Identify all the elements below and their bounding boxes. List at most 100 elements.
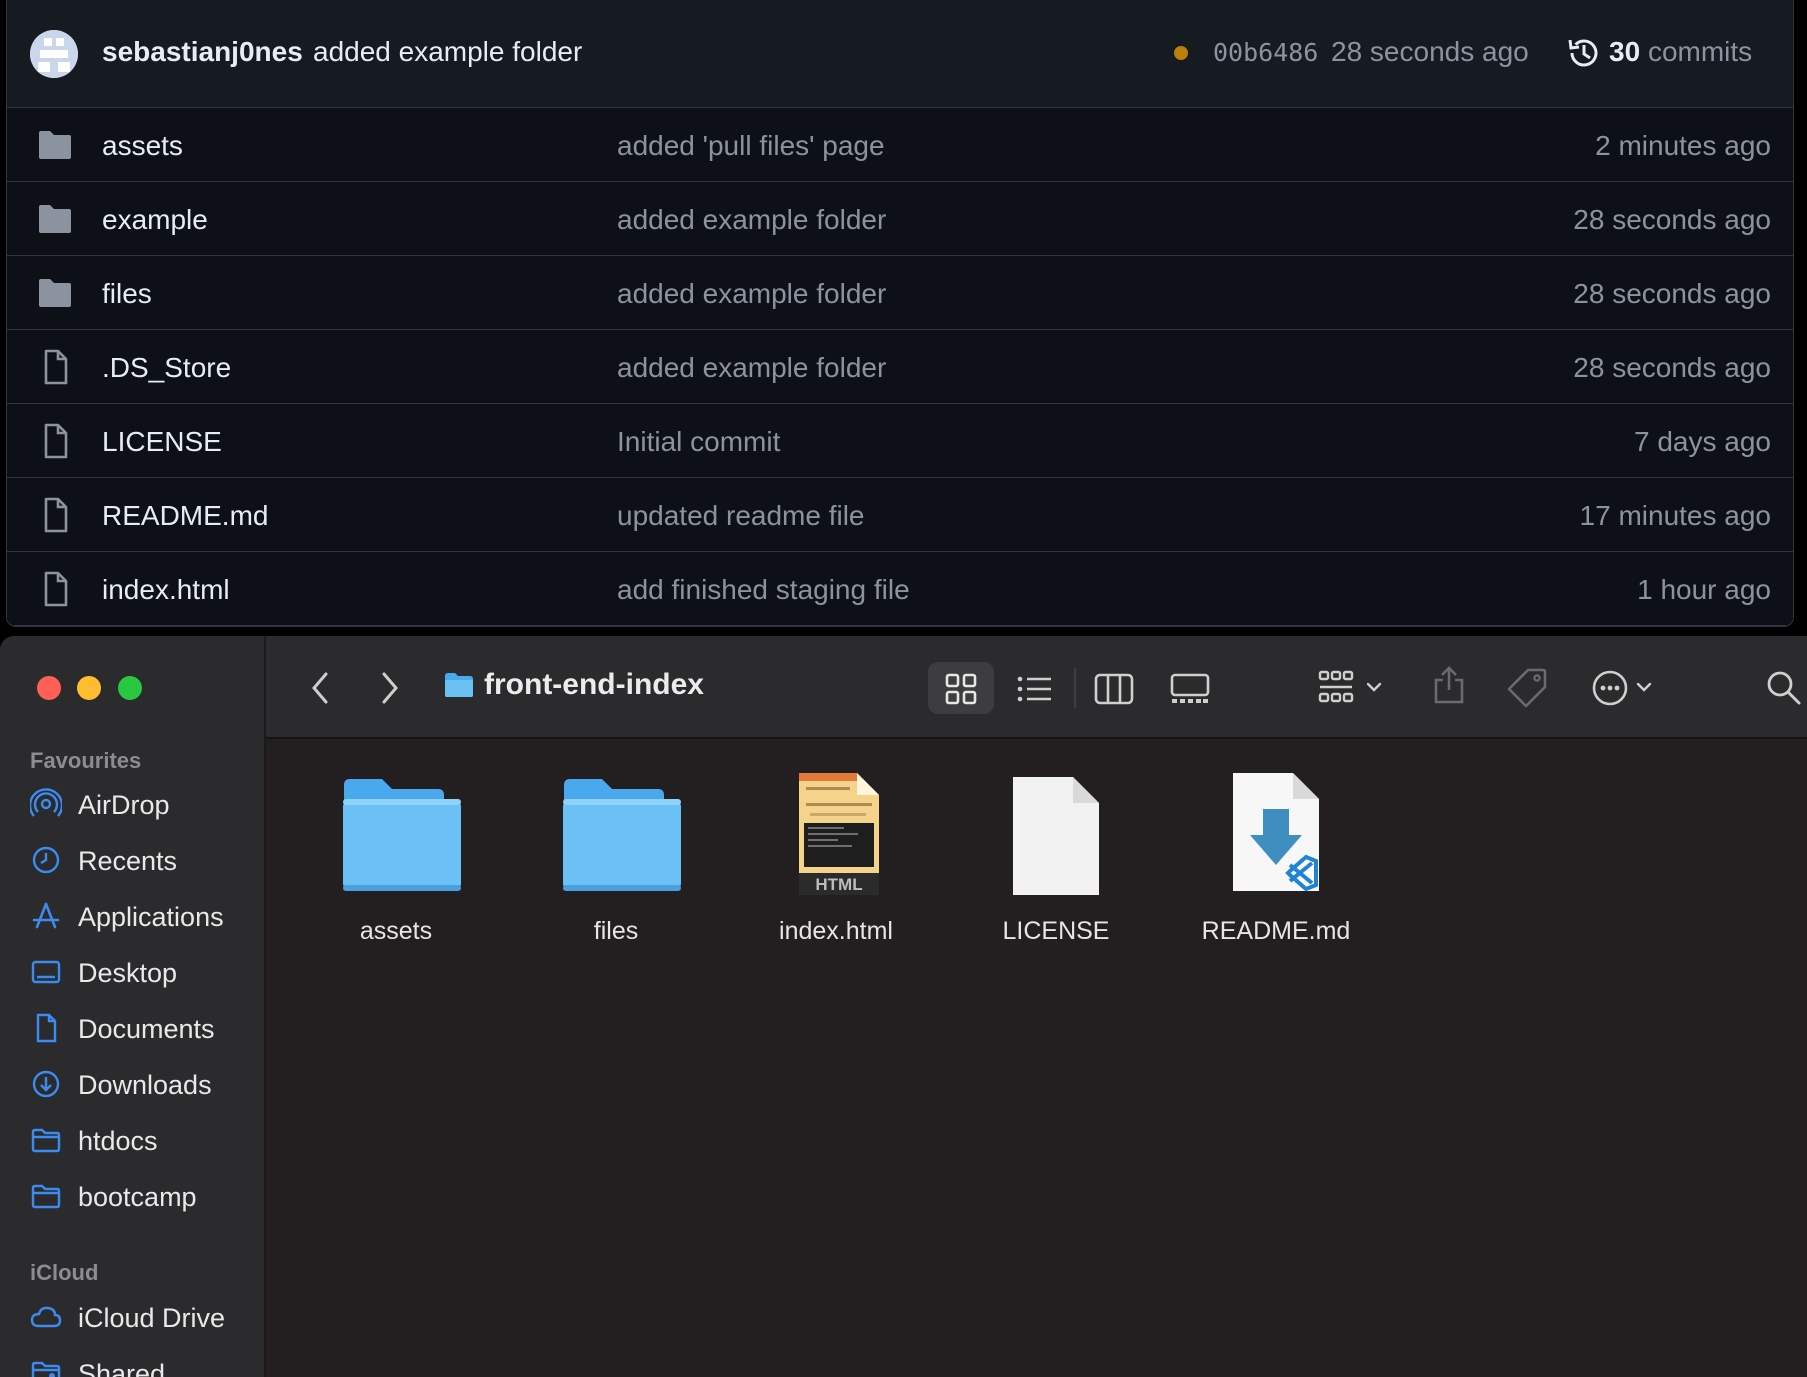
- sidebar-item-icloud-drive[interactable]: iCloud Drive: [30, 1295, 250, 1339]
- shared-folder-icon: [30, 1357, 62, 1377]
- file-name-link[interactable]: LICENSE: [102, 426, 222, 458]
- folder-icon: [343, 779, 461, 891]
- finder-item-markdown[interactable]: README.md: [1176, 769, 1376, 949]
- document-icon: [30, 1012, 62, 1044]
- file-row[interactable]: example added example folder 28 seconds ag…: [7, 182, 1793, 256]
- finder-content: assets files HTML index.html LICENSE REA…: [266, 739, 1807, 1377]
- history-icon[interactable]: [1565, 34, 1603, 72]
- file-commit-message-link[interactable]: added example folder: [617, 204, 886, 236]
- sidebar-item-htdocs[interactable]: htdocs: [30, 1118, 250, 1162]
- finder-item-label: files: [593, 917, 639, 945]
- finder-item-label: index.html: [779, 917, 893, 945]
- github-file-list: sebastianj0nes added example folder 00b6…: [6, 0, 1794, 627]
- sidebar-item-shared[interactable]: Shared: [30, 1351, 250, 1377]
- back-icon[interactable]: [308, 670, 332, 706]
- sidebar-item-recents[interactable]: Recents: [30, 838, 250, 882]
- sidebar-item-label: iCloud Drive: [78, 1303, 226, 1333]
- document-icon: [1013, 777, 1099, 895]
- file-commit-age: 2 minutes ago: [1595, 130, 1771, 161]
- clock-icon: [30, 844, 62, 876]
- file-row[interactable]: README.md updated readme file 17 minutes a…: [7, 478, 1793, 552]
- file-commit-message-link[interactable]: added example folder: [617, 352, 886, 384]
- file-commit-message-link[interactable]: add finished staging file: [617, 574, 910, 606]
- file-name-link[interactable]: README.md: [102, 500, 268, 532]
- file-commit-age: 1 hour ago: [1637, 574, 1771, 605]
- finder-item-label: LICENSE: [1002, 917, 1110, 945]
- file-commit-message-link[interactable]: added example folder: [617, 278, 886, 310]
- commit-author[interactable]: sebastianj0nes: [102, 36, 303, 68]
- file-row[interactable]: files added example folder 28 seconds ago: [7, 256, 1793, 330]
- finder-window: Favourites AirDrop Recents Applications Des…: [0, 636, 1807, 1377]
- tag-icon[interactable]: [1506, 666, 1548, 708]
- file-commit-message-link[interactable]: Initial commit: [617, 426, 780, 458]
- gallery-view-icon[interactable]: [1170, 672, 1210, 706]
- sidebar-item-label: htdocs: [78, 1126, 158, 1156]
- column-view-icon[interactable]: [1094, 672, 1134, 706]
- sidebar-item-airdrop[interactable]: AirDrop: [28, 782, 250, 826]
- folder-icon: [563, 779, 681, 891]
- share-icon[interactable]: [1432, 664, 1466, 706]
- file-commit-age: 28 seconds ago: [1573, 352, 1771, 383]
- file-commit-message-link[interactable]: updated readme file: [617, 500, 865, 532]
- file-commit-age: 17 minutes ago: [1579, 500, 1771, 531]
- folder-icon: [30, 1124, 62, 1156]
- sidebar-item-bootcamp[interactable]: bootcamp: [30, 1174, 250, 1218]
- file-name-link[interactable]: .DS_Store: [102, 352, 231, 384]
- file-row[interactable]: index.html add finished staging file 1 hou…: [7, 552, 1793, 626]
- forward-icon[interactable]: [378, 670, 402, 706]
- finder-item-document[interactable]: LICENSE: [956, 769, 1156, 949]
- favourites-heading: Favourites: [30, 748, 142, 773]
- sidebar-item-applications[interactable]: Applications: [30, 894, 250, 938]
- latest-commit-bar: sebastianj0nes added example folder 00b6…: [7, 0, 1793, 108]
- finder-item-folder[interactable]: assets: [296, 769, 496, 949]
- more-actions-icon[interactable]: [1592, 668, 1658, 708]
- finder-sidebar: Favourites AirDrop Recents Applications Des…: [0, 636, 266, 1377]
- file-icon: [44, 423, 68, 459]
- cloud-icon: [30, 1301, 62, 1333]
- sidebar-item-label: Applications: [78, 902, 224, 932]
- file-name-link[interactable]: index.html: [102, 574, 230, 606]
- avatar[interactable]: [30, 30, 78, 78]
- commit-message[interactable]: added example folder: [313, 36, 582, 68]
- commits-link[interactable]: 30 commits: [1609, 36, 1752, 68]
- file-commit-age: 28 seconds ago: [1573, 204, 1771, 235]
- sidebar-item-desktop[interactable]: Desktop: [30, 950, 250, 994]
- sidebar-item-downloads[interactable]: Downloads: [30, 1062, 250, 1106]
- file-name-link[interactable]: files: [102, 278, 152, 310]
- sidebar-item-label: Recents: [78, 846, 178, 876]
- file-commit-age: 7 days ago: [1634, 426, 1771, 457]
- minimize-button[interactable]: [77, 676, 101, 700]
- applications-icon: [30, 900, 62, 932]
- svg-text:HTML: HTML: [815, 875, 862, 894]
- sidebar-item-label: bootcamp: [78, 1182, 197, 1212]
- sidebar-item-documents[interactable]: Documents: [30, 1006, 250, 1050]
- folder-icon: [445, 673, 473, 697]
- finder-item-folder[interactable]: files: [516, 769, 716, 949]
- file-icon: [44, 497, 68, 533]
- html-file-icon: HTML: [799, 773, 879, 895]
- folder-icon: [39, 131, 71, 159]
- group-by-icon[interactable]: [1318, 668, 1388, 708]
- sidebar-item-label: Desktop: [78, 958, 178, 988]
- finder-item-label: assets: [359, 917, 433, 945]
- icon-view-icon[interactable]: [944, 672, 978, 706]
- commit-status-dot[interactable]: [1174, 46, 1188, 60]
- sidebar-item-label: Documents: [78, 1014, 215, 1044]
- finder-item-label: README.md: [1201, 917, 1351, 945]
- folder-icon: [39, 279, 71, 307]
- close-button[interactable]: [37, 676, 61, 700]
- sidebar-item-label: AirDrop: [78, 790, 170, 820]
- file-row[interactable]: .DS_Store added example folder 28 seconds …: [7, 330, 1793, 404]
- zoom-button[interactable]: [118, 676, 142, 700]
- finder-item-html[interactable]: HTML index.html: [736, 769, 936, 949]
- file-commit-message-link[interactable]: added 'pull files' page: [617, 130, 885, 162]
- search-icon[interactable]: [1766, 670, 1802, 706]
- file-icon: [44, 571, 68, 607]
- finder-toolbar: front-end-index: [266, 636, 1807, 739]
- file-name-link[interactable]: example: [102, 204, 208, 236]
- commit-sha[interactable]: 00b6486: [1213, 38, 1318, 67]
- file-row[interactable]: LICENSE Initial commit 7 days ago: [7, 404, 1793, 478]
- list-view-icon[interactable]: [1016, 672, 1054, 706]
- file-row[interactable]: assets added 'pull files' page 2 minutes a…: [7, 108, 1793, 182]
- file-name-link[interactable]: assets: [102, 130, 183, 162]
